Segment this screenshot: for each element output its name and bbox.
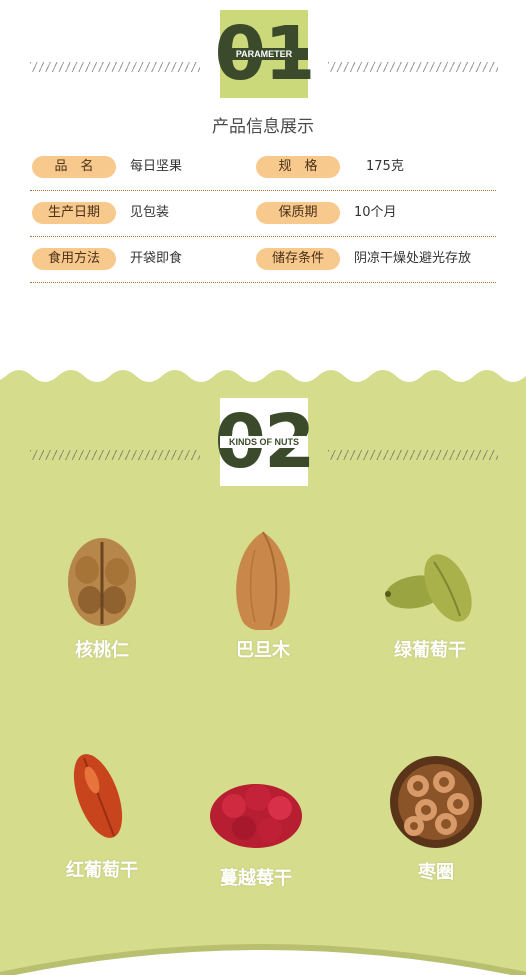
red-raisin-icon (73, 754, 123, 838)
param-value: 每日坚果 (130, 159, 183, 174)
param-label: 品 名 (32, 156, 116, 178)
param-row: 生产日期 见包装 保质期 10个月 (30, 196, 496, 237)
wave-divider (0, 362, 526, 382)
walnut-icon (68, 538, 136, 626)
decorative-slashes-left (30, 62, 200, 72)
param-value: 175克 (366, 159, 404, 174)
nut-item-jujube-ring: 枣圈 (366, 752, 506, 884)
param-label: 生产日期 (32, 202, 116, 224)
jujube-ring-icon (390, 756, 482, 848)
param-label: 食用方法 (32, 248, 116, 270)
nut-label: 红葡萄干 (66, 860, 138, 881)
param-value: 见包装 (130, 205, 170, 220)
section-title: 产品信息展示 (212, 117, 314, 137)
badge-tag: PARAMETER (220, 48, 308, 60)
product-detail-page: 01 PARAMETER 产品信息展示 品 名 每日坚果 规 格 175克 生产… (0, 0, 526, 975)
green-raisin-icon (385, 554, 472, 622)
nut-label: 巴旦木 (236, 640, 290, 661)
param-row: 食用方法 开袋即食 储存条件 阴凉干燥处避光存放 (30, 242, 496, 283)
nut-label: 枣圈 (418, 862, 454, 883)
nut-item-walnut: 核桃仁 (32, 530, 172, 662)
nut-label: 核桃仁 (75, 640, 129, 661)
param-value: 10个月 (354, 205, 397, 220)
section-badge-parameter: 01 PARAMETER (215, 10, 315, 98)
param-value: 开袋即食 (130, 251, 183, 266)
nut-item-cranberry: 蔓越莓干 (186, 758, 326, 890)
param-row: 品 名 每日坚果 规 格 175克 (30, 150, 496, 191)
nut-label: 绿葡萄干 (394, 640, 466, 661)
param-label: 储存条件 (256, 248, 340, 270)
nut-item-green-raisin: 绿葡萄干 (360, 530, 500, 662)
param-value: 阴凉干燥处避光存放 (354, 251, 472, 266)
nut-item-almond: 巴旦木 (193, 530, 333, 662)
decorative-slashes-right (328, 62, 498, 72)
decorative-slashes-right (328, 450, 498, 460)
bottom-curve (0, 944, 526, 975)
badge-tag: KINDS OF NUTS (220, 436, 308, 448)
section-badge-kinds: 02 KINDS OF NUTS (215, 398, 315, 486)
nut-item-red-raisin: 红葡萄干 (32, 750, 172, 882)
param-label: 保质期 (256, 202, 340, 224)
decorative-slashes-left (30, 450, 200, 460)
almond-icon (236, 531, 290, 630)
cranberry-icon (210, 784, 302, 848)
param-label: 规 格 (256, 156, 340, 178)
nut-label: 蔓越莓干 (220, 868, 292, 889)
